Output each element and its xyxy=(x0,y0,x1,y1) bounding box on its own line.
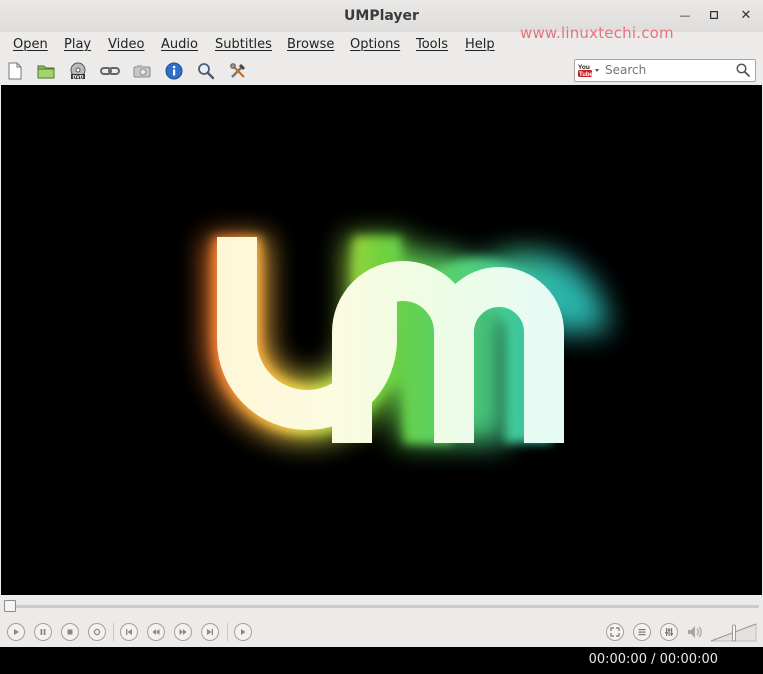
maximize-icon xyxy=(709,10,719,20)
fullscreen-icon xyxy=(610,627,620,637)
umplayer-logo xyxy=(206,237,608,443)
find-subtitles-icon xyxy=(198,63,215,80)
preferences-tools-icon xyxy=(230,63,246,78)
preferences-button[interactable] xyxy=(227,60,249,82)
equalizer-button[interactable] xyxy=(660,623,678,641)
menu-browse[interactable]: Browse xyxy=(287,37,334,52)
record-button[interactable] xyxy=(88,623,106,641)
playlist-next-button[interactable] xyxy=(234,623,252,641)
open-folder-icon xyxy=(37,65,55,79)
fullscreen-button[interactable] xyxy=(606,623,624,641)
youtube-search-box[interactable]: You Tube xyxy=(574,59,756,82)
maximize-button[interactable] xyxy=(706,8,722,24)
menu-options[interactable]: Options xyxy=(350,37,400,52)
new-file-icon xyxy=(8,62,22,80)
close-button[interactable]: ✕ xyxy=(738,8,754,24)
menu-tools[interactable]: Tools xyxy=(416,37,448,52)
menu-video[interactable]: Video xyxy=(108,37,144,52)
forward-icon xyxy=(241,629,246,635)
open-url-button[interactable] xyxy=(99,60,121,82)
status-bar: 00:00:00 / 00:00:00 xyxy=(0,647,763,674)
window-title: UMPlayer xyxy=(344,8,419,24)
new-file-button[interactable] xyxy=(4,60,26,82)
dvd-button[interactable]: DVD xyxy=(67,60,89,82)
previous-button[interactable] xyxy=(120,623,138,641)
rewind-icon xyxy=(152,629,160,635)
play-icon xyxy=(14,629,19,635)
info-icon xyxy=(165,62,183,80)
seek-bar[interactable] xyxy=(0,596,763,616)
fast-forward-icon xyxy=(179,629,187,635)
svg-text:Tube: Tube xyxy=(579,72,594,78)
find-subtitles-button[interactable] xyxy=(195,60,217,82)
minimize-button[interactable]: — xyxy=(677,8,693,24)
link-icon xyxy=(100,67,120,75)
volume-handle[interactable] xyxy=(732,624,736,642)
playlist-icon xyxy=(638,629,646,636)
fast-forward-button[interactable] xyxy=(174,623,192,641)
equalizer-icon xyxy=(665,628,673,636)
dvd-icon: DVD xyxy=(70,62,86,80)
skip-previous-icon xyxy=(126,629,132,635)
pause-icon xyxy=(40,629,46,635)
svg-text:DVD: DVD xyxy=(73,74,84,80)
separator xyxy=(227,623,228,641)
search-icon[interactable] xyxy=(736,63,750,77)
control-bar xyxy=(0,617,763,647)
open-folder-button[interactable] xyxy=(35,60,57,82)
separator xyxy=(113,623,114,641)
playlist-button[interactable] xyxy=(633,623,651,641)
play-button[interactable] xyxy=(7,623,25,641)
screenshot-camera-icon xyxy=(133,65,151,78)
pause-button[interactable] xyxy=(34,623,52,641)
record-icon xyxy=(93,628,101,636)
menu-subtitles[interactable]: Subtitles xyxy=(215,37,272,52)
volume-slider[interactable] xyxy=(710,621,758,643)
volume-icon[interactable] xyxy=(686,624,704,640)
menu-bar: Open Play Video Audio Subtitles Browse O… xyxy=(0,32,763,58)
seek-track[interactable] xyxy=(4,605,759,608)
seek-handle[interactable] xyxy=(4,600,16,612)
menu-open[interactable]: Open xyxy=(13,37,48,52)
rewind-button[interactable] xyxy=(147,623,165,641)
svg-text:You: You xyxy=(578,64,590,71)
info-button[interactable] xyxy=(163,60,185,82)
video-display[interactable] xyxy=(1,85,762,595)
menu-play[interactable]: Play xyxy=(64,37,91,52)
stop-icon xyxy=(67,629,73,635)
search-input[interactable] xyxy=(605,61,729,78)
next-button[interactable] xyxy=(201,623,219,641)
skip-next-icon xyxy=(207,629,213,635)
menu-audio[interactable]: Audio xyxy=(161,37,198,52)
umplayer-window: UMPlayer — ✕ www.linuxtechi.com Open Pla… xyxy=(0,0,763,674)
screenshot-button[interactable] xyxy=(131,60,153,82)
time-display: 00:00:00 / 00:00:00 xyxy=(588,652,718,667)
menu-help[interactable]: Help xyxy=(465,37,495,52)
youtube-logo-icon[interactable]: You Tube xyxy=(578,62,602,78)
stop-button[interactable] xyxy=(61,623,79,641)
